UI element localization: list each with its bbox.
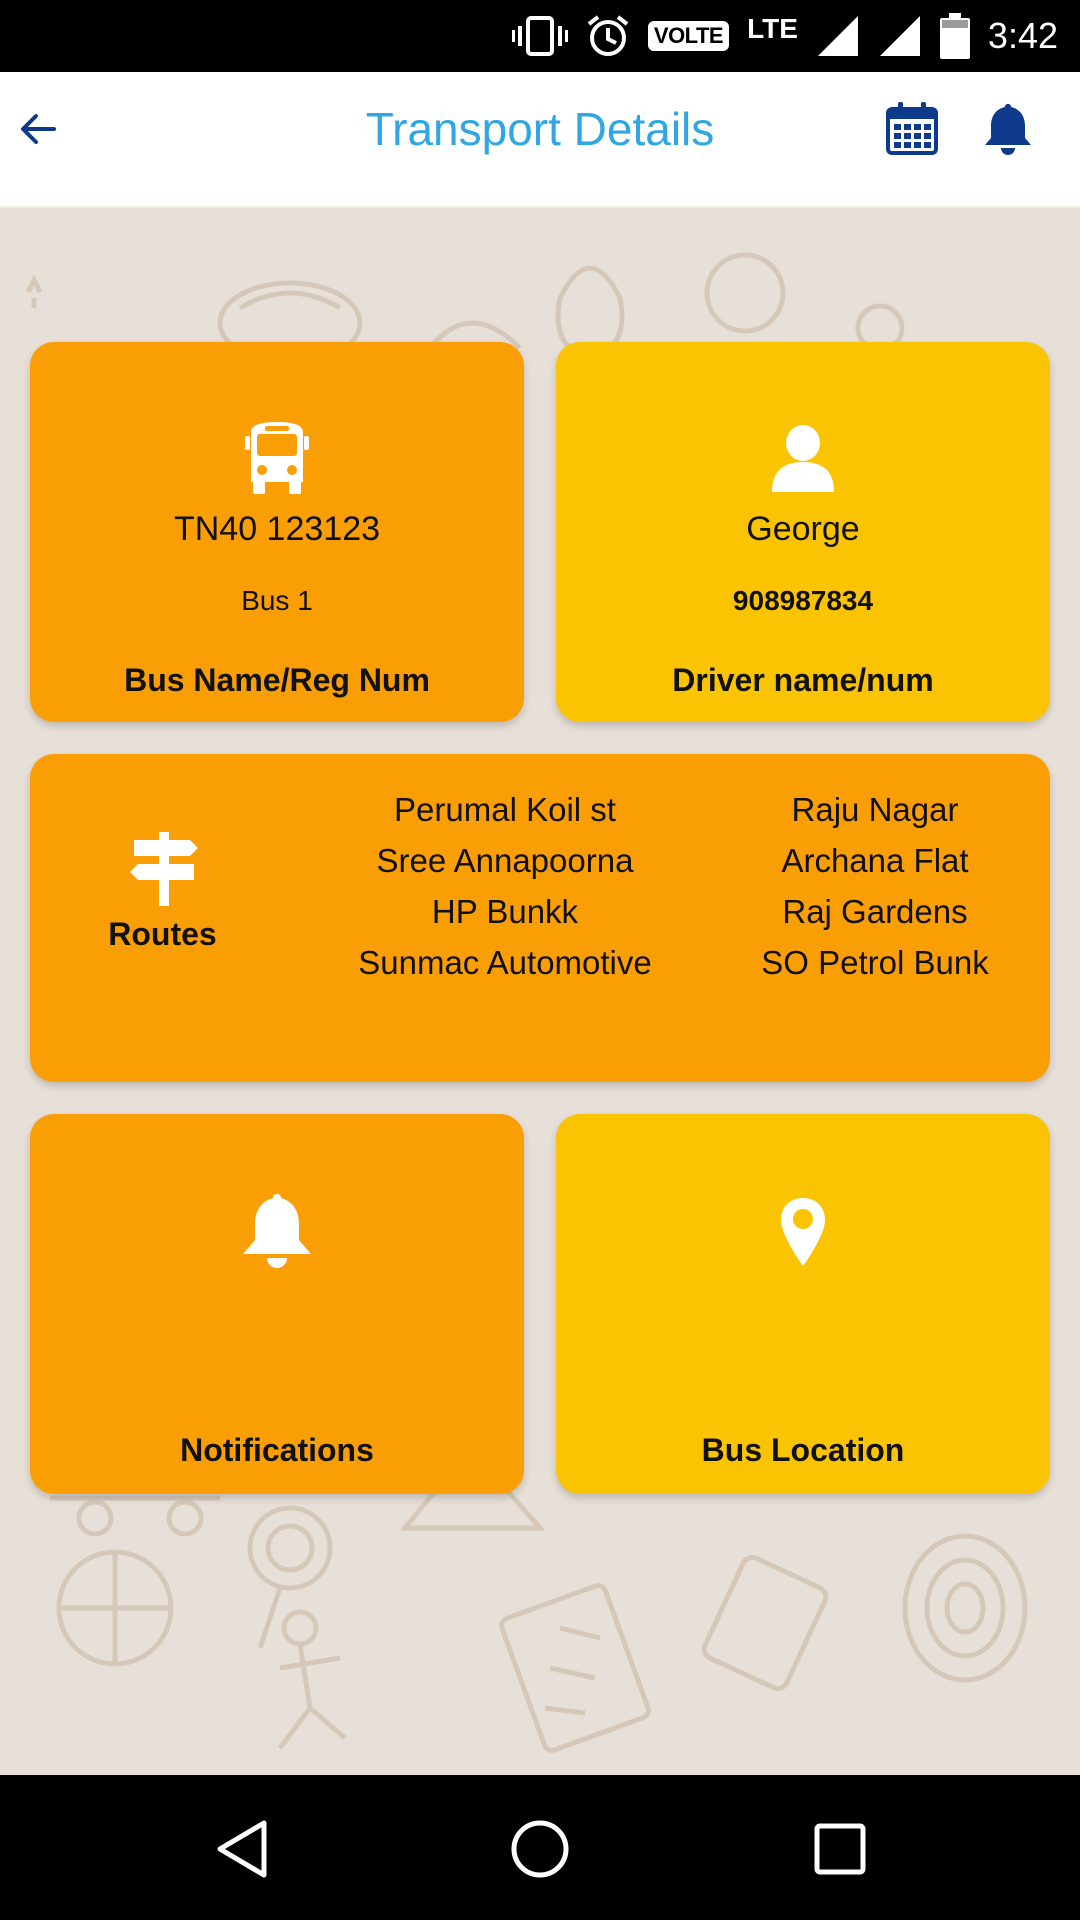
- app-bar: Transport Details: [0, 72, 1080, 208]
- driver-number: 908987834: [732, 585, 874, 616]
- route-stop: Raj Gardens: [782, 893, 968, 930]
- back-triangle-icon[interactable]: [214, 1819, 270, 1879]
- alarm-icon: [587, 15, 629, 56]
- bus-location-card[interactable]: Bus Location: [556, 1114, 1050, 1494]
- route-stop: HP Bunkk: [431, 893, 579, 930]
- person-icon: [772, 425, 834, 492]
- bus-reg-number: TN40 123123: [173, 510, 381, 548]
- map-pin-icon: [781, 1198, 825, 1266]
- recents-square-icon[interactable]: [814, 1823, 866, 1875]
- driver-card-caption: Driver name/num: [672, 662, 934, 698]
- signpost-icon: [130, 832, 198, 906]
- volte-badge: VOLTE: [647, 21, 730, 51]
- clock: 3:42: [987, 15, 1058, 56]
- bus-icon: [245, 422, 309, 494]
- route-stops-right: Raju Nagar Archana Flat Raj Gardens SO P…: [725, 784, 1025, 988]
- route-stop: Perumal Koil st: [394, 791, 616, 828]
- route-stop: SO Petrol Bunk: [761, 944, 989, 981]
- routes-label: Routes: [108, 916, 217, 952]
- bus-card[interactable]: TN40 123123 Bus 1 Bus Name/Reg Num: [30, 342, 524, 722]
- route-stop: Raju Nagar: [791, 791, 959, 828]
- battery-icon: [939, 13, 970, 59]
- status-bar: VOLTE LTE 3:42: [0, 0, 1080, 72]
- bell-icon[interactable]: [980, 100, 1036, 156]
- system-nav-bar: [0, 1775, 1080, 1920]
- driver-name: George: [746, 510, 860, 548]
- driver-card[interactable]: George 908987834 Driver name/num: [556, 342, 1050, 722]
- notifications-caption: Notifications: [180, 1432, 374, 1468]
- route-stop: Sunmac Automotive: [358, 944, 652, 981]
- bus-card-caption: Bus Name/Reg Num: [124, 662, 430, 698]
- bus-location-caption: Bus Location: [701, 1432, 905, 1468]
- vibrate-icon: [511, 16, 568, 56]
- calendar-icon[interactable]: [884, 100, 940, 156]
- bell-icon: [243, 1194, 311, 1268]
- network-type: LTE: [747, 13, 798, 44]
- routes-card[interactable]: Routes Perumal Koil st Sree Annapoorna H…: [30, 754, 1050, 1082]
- bus-name: Bus 1: [241, 585, 313, 616]
- signal-icon: [817, 16, 858, 56]
- route-stop: Archana Flat: [781, 842, 969, 879]
- notifications-card[interactable]: Notifications: [30, 1114, 524, 1494]
- signal-icon: [879, 16, 920, 56]
- route-stop: Sree Annapoorna: [376, 842, 634, 879]
- home-circle-icon[interactable]: [510, 1819, 570, 1879]
- route-stops-left: Perumal Koil st Sree Annapoorna HP Bunkk…: [305, 784, 705, 988]
